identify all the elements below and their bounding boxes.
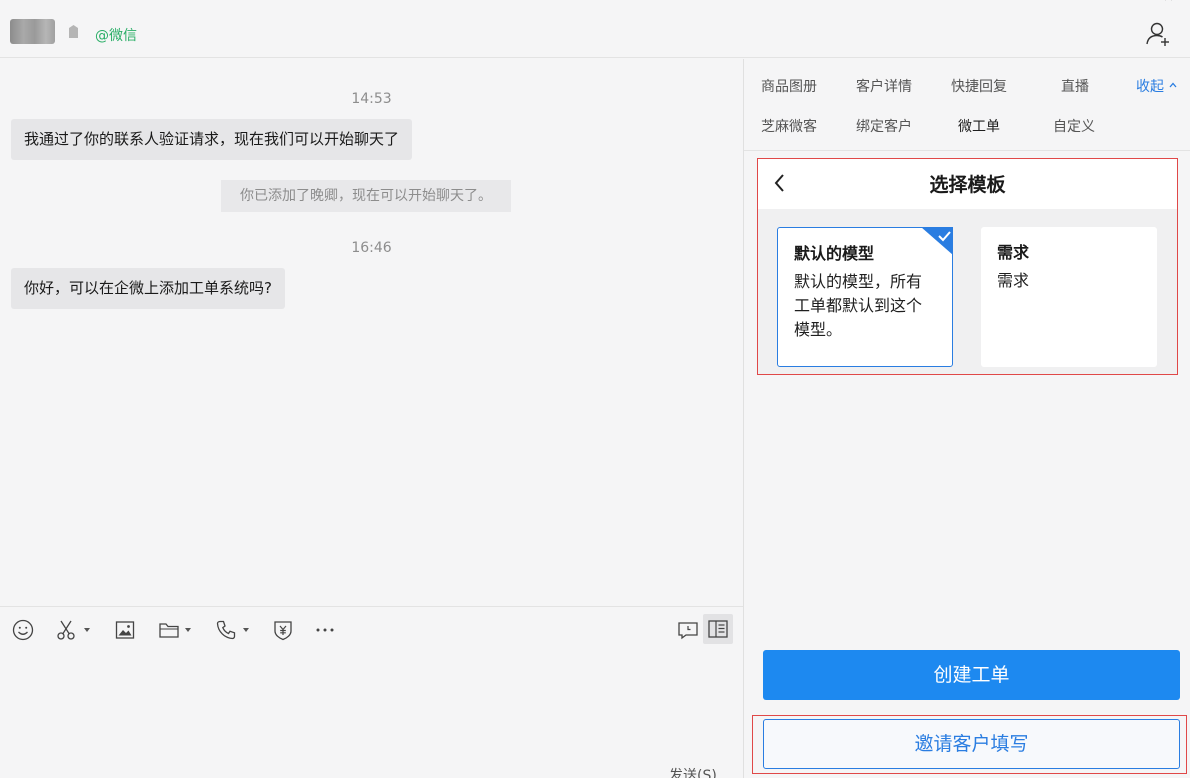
chevron-down-icon[interactable] (243, 628, 249, 632)
tab-bind-customer[interactable]: 绑定客户 (856, 116, 912, 136)
emoji-button[interactable] (12, 619, 34, 641)
more-icon (316, 628, 334, 632)
message-clock-icon (678, 622, 698, 640)
call-button[interactable] (215, 619, 237, 641)
template-card-desc: 默认的模型，所有工单都默认到这个模型。 (794, 272, 923, 339)
send-button[interactable]: 发送(S) (669, 765, 717, 778)
create-work-order-button[interactable]: 创建工单 (763, 650, 1180, 700)
tab-live[interactable]: 直播 (1061, 76, 1089, 96)
chat-messages: 14:53 我通过了你的联系人验证请求，现在我们可以开始聊天了 你已添加了晚卿，… (0, 59, 743, 606)
template-card-title: 默认的模型 (794, 244, 875, 263)
tab-quick-reply[interactable]: 快捷回复 (951, 76, 1007, 96)
template-header: 选择模板 (758, 159, 1177, 209)
tabs-divider (744, 150, 1190, 151)
template-card-default[interactable]: 默认的模型 默认的模型，所有工单都默认到这个模型。 (777, 227, 953, 367)
tag-icon (69, 25, 78, 38)
message-time: 16:46 (351, 240, 392, 256)
side-panel: 商品图册 客户详情 快捷回复 直播 收起 芝麻微客 绑定客户 微工单 自定义 选… (744, 59, 1190, 778)
message-time: 14:53 (351, 91, 392, 107)
collapse-tabs-button[interactable]: 收起 (1136, 76, 1178, 96)
tab-zhima-weike[interactable]: 芝麻微客 (761, 116, 817, 136)
system-notice: 你已添加了晚卿，现在可以开始聊天了。 (221, 180, 511, 212)
template-card-title: 需求 (997, 243, 1030, 262)
chevron-down-icon[interactable] (84, 628, 90, 632)
yuan-shield-icon (274, 621, 292, 641)
emoji-icon (12, 619, 34, 641)
input-toolbar (0, 606, 743, 651)
chevron-down-icon[interactable] (185, 628, 191, 632)
window-controls[interactable] (1120, 0, 1180, 5)
chat-history-button[interactable] (677, 619, 699, 641)
collapse-label: 收起 (1136, 79, 1164, 95)
chevron-up-icon (1169, 82, 1177, 88)
add-member-icon[interactable] (1145, 21, 1171, 47)
invite-customer-button[interactable]: 邀请客户填写 (763, 719, 1180, 769)
check-icon (921, 227, 953, 255)
tab-product-album[interactable]: 商品图册 (761, 76, 817, 96)
image-button[interactable] (114, 619, 136, 641)
file-button[interactable] (158, 619, 180, 641)
more-button[interactable] (314, 619, 336, 641)
tab-custom[interactable]: 自定义 (1053, 116, 1095, 136)
red-packet-button[interactable] (272, 619, 294, 641)
screenshot-button[interactable] (56, 619, 78, 641)
scissors-icon (57, 620, 75, 640)
tab-customer-details[interactable]: 客户详情 (856, 76, 912, 96)
message-input[interactable] (0, 651, 743, 778)
template-card-desc: 需求 (997, 271, 1030, 290)
tab-work-order[interactable]: 微工单 (958, 116, 1000, 136)
sidebar-toggle-button[interactable] (703, 614, 733, 644)
folder-icon (159, 623, 179, 638)
image-icon (115, 621, 135, 639)
contact-name-blurred (10, 19, 55, 44)
message-bubble[interactable]: 你好，可以在企微上添加工单系统吗? (11, 268, 285, 309)
template-title: 选择模板 (929, 174, 1006, 196)
sidebar-panel-icon (708, 620, 728, 638)
message-bubble[interactable]: 我通过了你的联系人验证请求，现在我们可以开始聊天了 (11, 119, 413, 160)
phone-icon (216, 620, 236, 640)
chat-header: @微信 (0, 0, 1190, 58)
contact-source-label: @微信 (95, 28, 137, 44)
template-card-requirement[interactable]: 需求 需求 (981, 227, 1157, 367)
template-selector: 选择模板 默认的模型 默认的模型，所有工单都默认到这个模型。 需求 需求 (757, 158, 1178, 375)
